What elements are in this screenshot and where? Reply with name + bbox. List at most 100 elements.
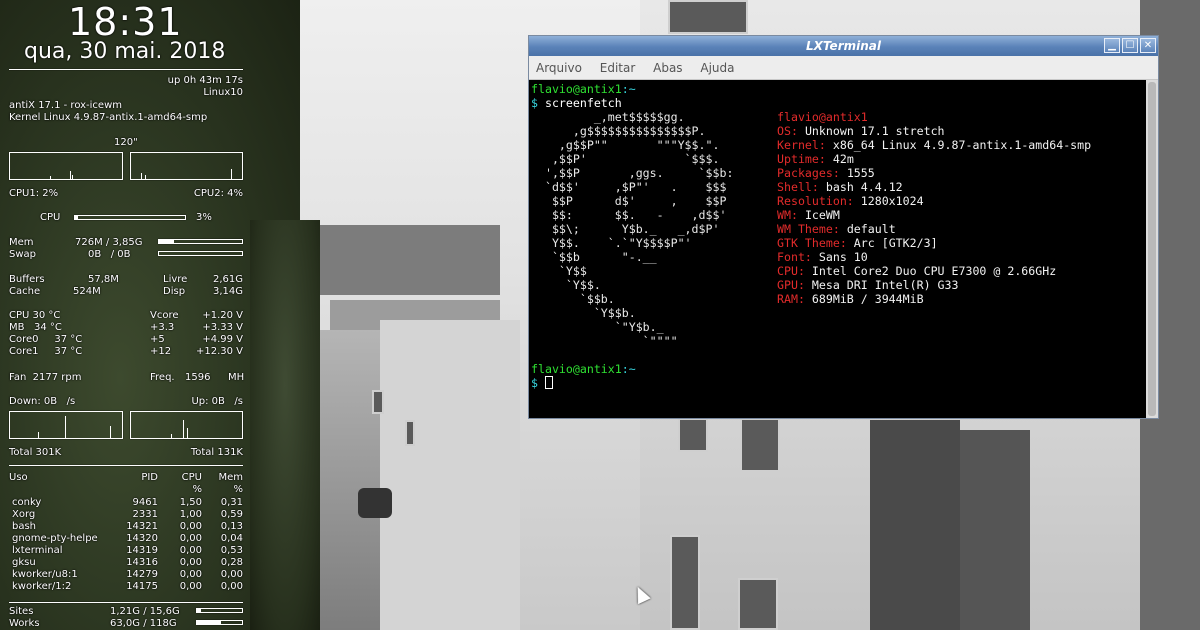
divider (9, 69, 243, 70)
net-up-graph (130, 411, 243, 439)
free-label: Livre (163, 274, 188, 285)
sensor-l: CPU 30 °C (9, 310, 61, 321)
scrollbar-thumb[interactable] (1148, 82, 1156, 416)
process-mem: 0,59 (220, 509, 243, 520)
free-value: 2,61G (212, 274, 243, 285)
logo-line: `Y$$. (531, 278, 601, 292)
kernel-info: Kernel Linux 4.9.87-antix.1-amd64-smp (9, 112, 208, 123)
swap-label: Swap (9, 249, 37, 260)
process-cpu: 0,00 (179, 557, 202, 568)
info-row: OS: Unknown 17.1 stretch (777, 124, 945, 138)
process-mem: 0,31 (220, 497, 243, 508)
logo-line: _,met$$$$$gg. (531, 110, 685, 124)
terminal-output[interactable]: flavio@antix1:~ $ screenfetch _,met$$$$$… (529, 80, 1146, 418)
conky-panel: 18:31 qua, 30 mai. 2018 up 0h 43m 17s Li… (0, 0, 260, 630)
process-mem: 0,28 (220, 557, 243, 568)
info-key: RAM: (777, 292, 805, 306)
info-row: Shell: bash 4.4.12 (777, 180, 903, 194)
works-bar (196, 620, 243, 625)
buffers-value: 57,8M (88, 274, 119, 285)
process-cpu: 0,00 (179, 581, 202, 592)
info-key: OS: (777, 124, 798, 138)
info-value: default (846, 222, 896, 236)
prompt-path: :~ (621, 82, 636, 96)
lxterminal-window[interactable]: LXTerminal ▁ ☐ ✕ Arquivo Editar Abas Aju… (528, 35, 1159, 419)
menu-tabs[interactable]: Abas (653, 61, 682, 75)
proc-col-name: Uso (9, 472, 28, 483)
fan-speed: Fan 2177 rpm (9, 372, 82, 383)
process-cpu: 0,00 (179, 545, 202, 556)
menu-help[interactable]: Ajuda (700, 61, 734, 75)
works-usage: 63,0G / 118G (110, 618, 177, 629)
cpu2-usage: CPU2: 4% (193, 188, 243, 199)
info-row: Kernel: x86_64 Linux 4.9.87-antix.1-amd6… (777, 138, 1091, 152)
proc-col-pid: PID (141, 472, 158, 483)
sensor-r: +1.20 V (202, 310, 243, 321)
wallpaper-window (678, 418, 708, 452)
process-pid: 14279 (126, 569, 158, 580)
info-value: x86_64 Linux 4.9.87-antix.1-amd64-smp (832, 138, 1092, 152)
info-value: 42m (832, 152, 854, 166)
process-cpu: 0,00 (179, 569, 202, 580)
scrollbar[interactable] (1146, 80, 1158, 418)
minimize-icon[interactable]: ▁ (1104, 38, 1120, 53)
info-value: 1280x1024 (860, 194, 924, 208)
info-value: 689MiB / 3944MiB (811, 292, 924, 306)
logo-line: `"Y$b._ (531, 320, 664, 334)
prompt-user: flavio@antix1 (531, 82, 622, 96)
process-name: lxterminal (12, 545, 63, 556)
process-pid: 14321 (126, 521, 158, 532)
close-icon[interactable]: ✕ (1140, 38, 1156, 53)
process-name: gksu (12, 557, 36, 568)
cpu1-usage: CPU1: 2% (9, 188, 59, 199)
process-cpu: 1,50 (179, 497, 202, 508)
cpu-label: CPU (40, 212, 61, 223)
command-text: screenfetch (544, 96, 622, 110)
process-mem: 0,00 (220, 569, 243, 580)
mem-label: Mem (9, 237, 34, 248)
info-key: Kernel: (777, 138, 826, 152)
prompt-user: flavio@antix1 (531, 362, 622, 376)
swap-value: 0B / 0B (88, 249, 131, 260)
sensor-m: Vcore (150, 310, 179, 321)
freq-unit: MH (228, 372, 245, 383)
wallpaper-house (380, 320, 520, 630)
uptime: up 0h 43m 17s (167, 75, 243, 86)
process-pid: 9461 (132, 497, 158, 508)
total-down: Total 301K (9, 447, 62, 458)
process-name: kworker/u8:1 (12, 569, 78, 580)
info-value: bash 4.4.12 (825, 180, 903, 194)
sensor-m: +5 (150, 334, 165, 345)
cpu-graph-interval: 120" (114, 137, 138, 148)
info-key: WM Theme: (777, 222, 840, 236)
process-mem: 0,00 (220, 581, 243, 592)
prompt-line-2: flavio@antix1:~ (531, 362, 636, 376)
info-value: Intel Core2 Duo CPU E7300 @ 2.66GHz (811, 264, 1057, 278)
process-pid: 14175 (126, 581, 158, 592)
process-name: conky (12, 497, 42, 508)
net-up: Up: 0B /s (191, 396, 243, 407)
mem-bar (158, 239, 243, 244)
cpu-bar (74, 215, 186, 220)
menu-file[interactable]: Arquivo (536, 61, 582, 75)
process-name: Xorg (12, 509, 36, 520)
process-name: kworker/1:2 (12, 581, 72, 592)
maximize-icon[interactable]: ☐ (1122, 38, 1138, 53)
sensor-r: +3.33 V (202, 322, 243, 333)
input-line[interactable]: $ (531, 376, 553, 390)
buffers-label: Buffers (9, 274, 45, 285)
info-row: Resolution: 1280x1024 (777, 194, 924, 208)
net-down: Down: 0B /s (9, 396, 76, 407)
info-row: WM: IceWM (777, 208, 840, 222)
cpu2-graph (130, 152, 243, 180)
freq-value: 1596 (185, 372, 211, 383)
menu-bar: Arquivo Editar Abas Ajuda (529, 56, 1158, 80)
menu-edit[interactable]: Editar (600, 61, 636, 75)
window-titlebar[interactable]: LXTerminal ▁ ☐ ✕ (529, 36, 1158, 56)
freq-label: Freq. (150, 372, 175, 383)
logo-line: `d$$' ,$P"' . $$$ (531, 180, 727, 194)
prompt-symbol: $ (531, 376, 538, 390)
info-row: GPU: Mesa DRI Intel(R) G33 (777, 278, 959, 292)
process-pid: 14320 (126, 533, 158, 544)
clock: 18:31 (68, 0, 183, 44)
